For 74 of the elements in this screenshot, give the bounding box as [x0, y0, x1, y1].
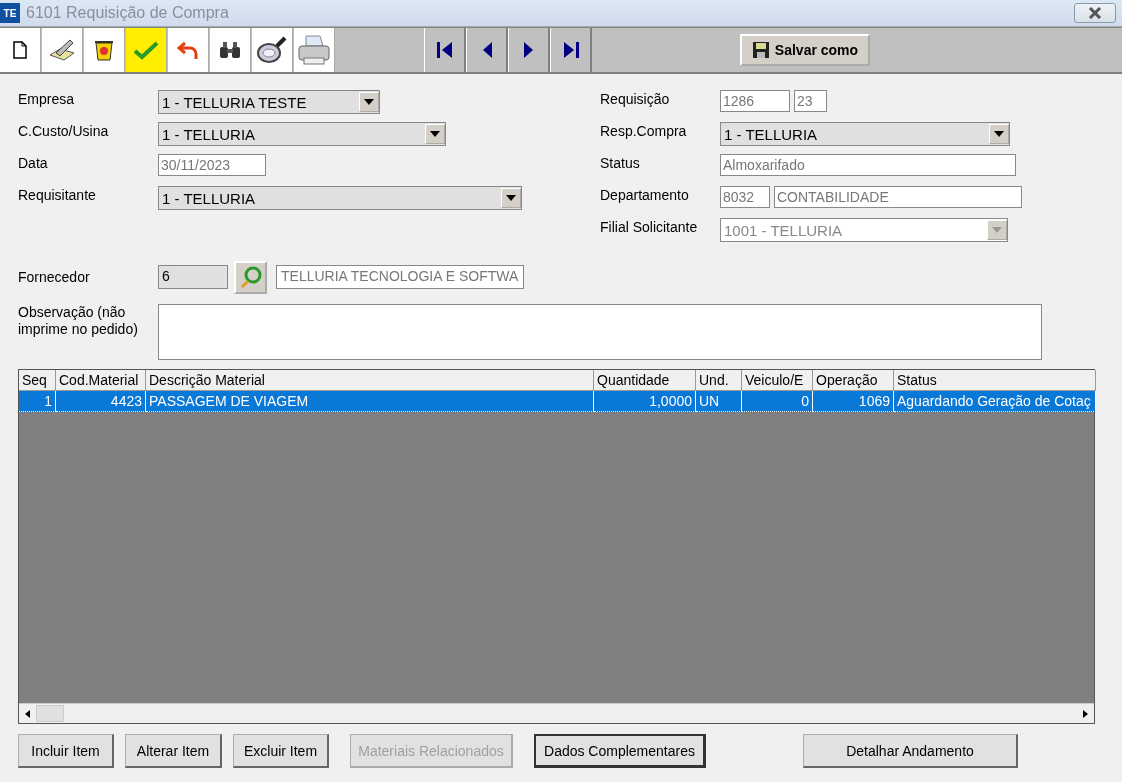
- field-label: Departamento: [600, 186, 690, 204]
- new-document-icon: [13, 41, 27, 59]
- field-label: Resp.Compra: [600, 122, 688, 140]
- dropdown-field[interactable]: 1 - TELLURIA: [158, 122, 446, 146]
- window-title: 6101 Requisição de Compra: [26, 4, 229, 22]
- column-header[interactable]: Quantidade: [594, 370, 696, 391]
- column-header[interactable]: Seq: [19, 370, 56, 391]
- table-cell: 1069: [813, 391, 894, 412]
- next-record-icon: [523, 41, 534, 59]
- scrollbar-thumb[interactable]: [36, 705, 64, 722]
- trash-bin-icon: [93, 38, 115, 62]
- column-header[interactable]: Und.: [696, 370, 742, 391]
- table-cell: 1,0000: [594, 391, 696, 412]
- text-field[interactable]: 23: [794, 90, 827, 112]
- navigation-button[interactable]: [466, 28, 508, 72]
- last-record-icon: [561, 41, 580, 59]
- dropdown-field[interactable]: 1 - TELLURIA: [720, 122, 1010, 146]
- text-field[interactable]: 30/11/2023: [158, 154, 266, 176]
- table-cell: UN: [696, 391, 742, 412]
- field-label: Status: [600, 154, 641, 172]
- search-button[interactable]: [234, 260, 267, 294]
- binoculars-icon: [219, 41, 241, 59]
- table-cell: 1: [19, 391, 56, 412]
- table-cell: 4423: [56, 391, 146, 412]
- pencil-paper-icon: [48, 37, 76, 63]
- column-header[interactable]: Operação: [813, 370, 894, 391]
- previous-record-icon: [481, 41, 492, 59]
- action-button[interactable]: Detalhar Andamento: [803, 734, 1018, 768]
- table-cell: PASSAGEM DE VIAGEM: [146, 391, 594, 412]
- close-button[interactable]: [1074, 3, 1116, 23]
- dropdown-field[interactable]: 1 - TELLURIA: [158, 186, 522, 210]
- field-label: Requisição: [600, 90, 671, 108]
- toolbar-button[interactable]: [84, 28, 125, 72]
- navigation-button[interactable]: [550, 28, 592, 72]
- text-field[interactable]: 1286: [720, 90, 790, 112]
- field-label: Filial Solicitante: [600, 218, 699, 236]
- table-row[interactable]: 1 4423 PASSAGEM DE VIAGEM 1,0000 UN 0 1069 Aguardando Geração de Cotaç: [19, 391, 1094, 412]
- navigation-button[interactable]: [508, 28, 550, 72]
- supplier-name-field[interactable]: TELLURIA TECNOLOGIA E SOFTWA: [276, 265, 524, 289]
- action-button[interactable]: Incluir Item: [18, 734, 114, 768]
- column-header[interactable]: Veiculo/E: [742, 370, 813, 391]
- note-field[interactable]: [158, 304, 1042, 360]
- navigation-button[interactable]: [424, 28, 466, 72]
- toolbar-button[interactable]: [0, 28, 41, 72]
- first-record-icon: [435, 41, 454, 59]
- table-cell: Aguardando Geração de Cotaç: [894, 391, 1096, 412]
- column-header[interactable]: Descrição Material: [146, 370, 594, 391]
- text-field[interactable]: CONTABILIDADE: [774, 186, 1022, 208]
- field-label: Fornecedor: [18, 268, 91, 286]
- toolbar-button[interactable]: [210, 28, 251, 72]
- undo-arrow-icon: [177, 39, 199, 61]
- field-label: C.Custo/Usina: [18, 122, 110, 140]
- action-button[interactable]: Dados Complementares: [534, 734, 706, 768]
- column-header[interactable]: Status: [894, 370, 1096, 391]
- supplier-code-field[interactable]: 6: [158, 265, 228, 289]
- magnifier-icon: [256, 35, 288, 65]
- field-label: Observação (não imprime no pedido): [18, 304, 139, 339]
- table-cell: 0: [742, 391, 813, 412]
- field-label: Empresa: [18, 90, 76, 108]
- printer-icon: [297, 34, 331, 66]
- text-field[interactable]: 8032: [720, 186, 770, 208]
- close-icon: [1088, 7, 1102, 19]
- text-field[interactable]: Almoxarifado: [720, 154, 1016, 176]
- column-header[interactable]: Cod.Material: [56, 370, 146, 391]
- horizontal-scrollbar[interactable]: [19, 703, 1094, 723]
- app-logo-icon: TE: [0, 3, 20, 23]
- toolbar-button[interactable]: [252, 28, 293, 72]
- action-button[interactable]: Excluir Item: [233, 734, 329, 768]
- dropdown-field[interactable]: 1 - TELLURIA TESTE: [158, 90, 380, 114]
- checkmark-icon: [133, 40, 159, 60]
- action-button[interactable]: Alterar Item: [125, 734, 222, 768]
- field-label: Data: [18, 154, 49, 172]
- save-as-button[interactable]: Salvar como: [740, 34, 870, 66]
- field-label: Requisitante: [18, 186, 97, 204]
